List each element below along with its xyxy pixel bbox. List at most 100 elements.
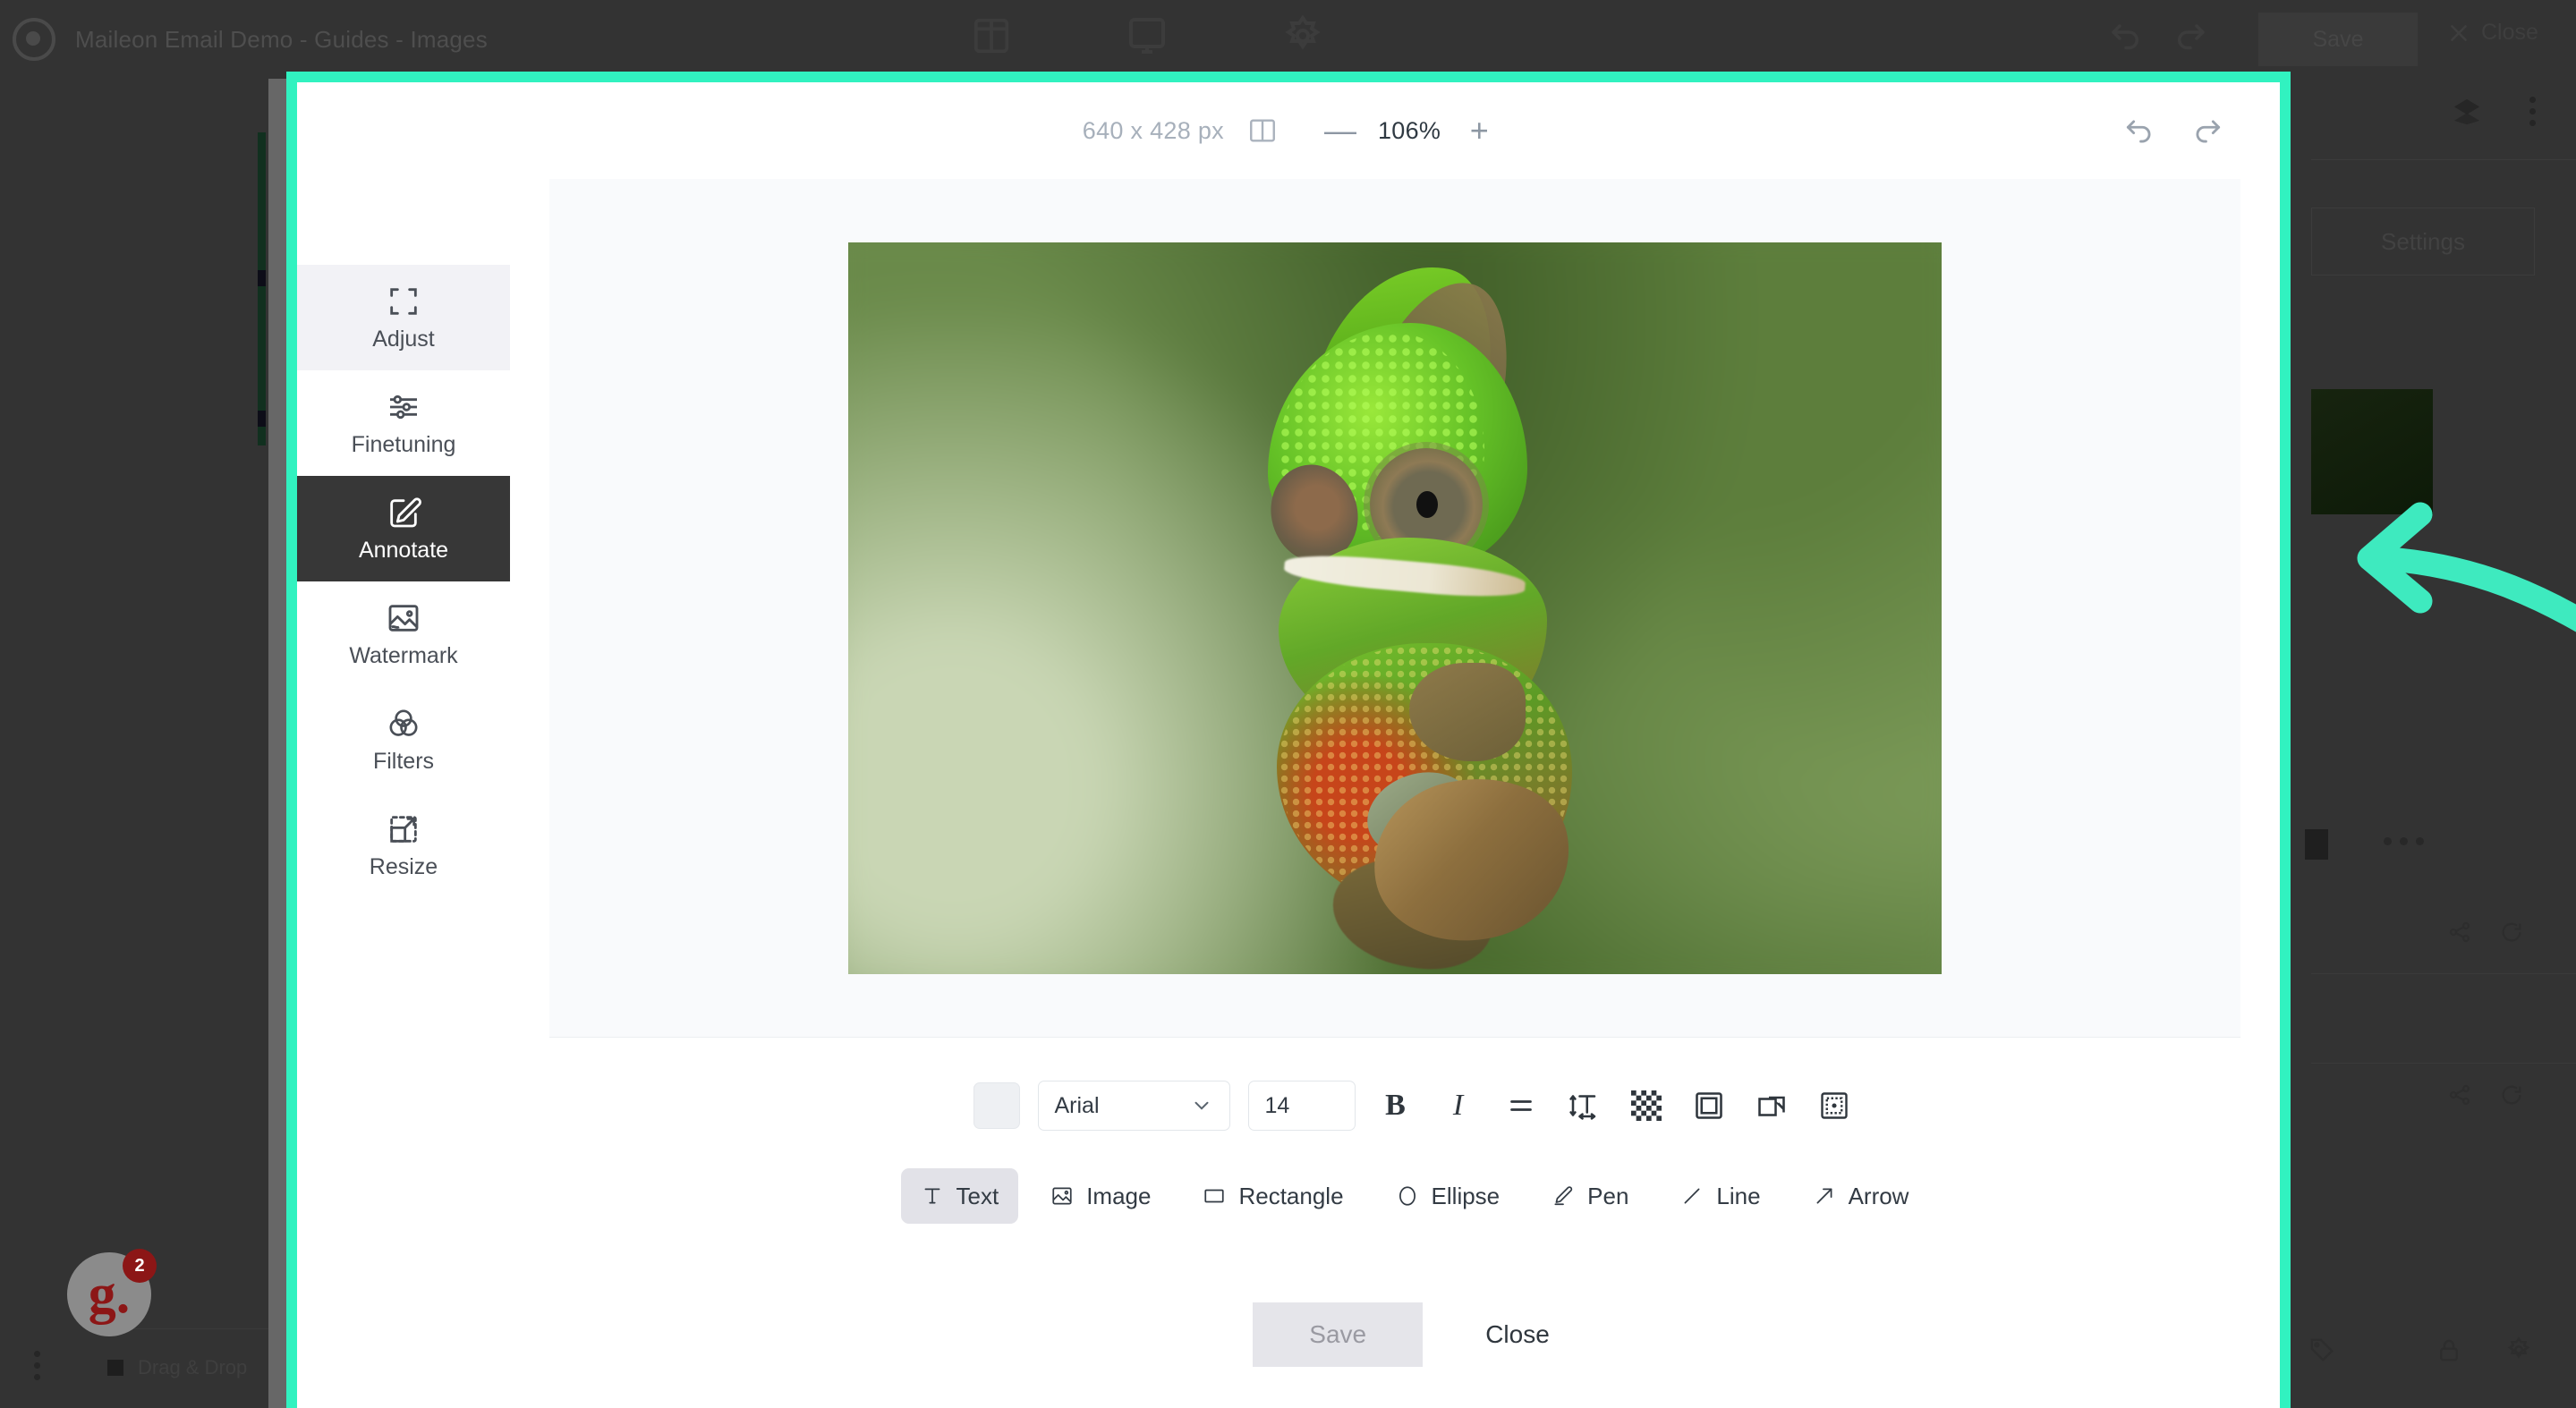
sidebar-item-label: Finetuning xyxy=(351,431,456,457)
shape-tool-ellipse[interactable]: Ellipse xyxy=(1376,1168,1520,1224)
venn-circles-icon xyxy=(389,709,418,736)
avatar-badge: 2 xyxy=(123,1249,157,1283)
stroke-square-icon[interactable] xyxy=(1687,1083,1731,1128)
sidebar-item-filters[interactable]: Filters xyxy=(297,687,510,793)
editor-footer: Save Close xyxy=(1253,1302,1577,1367)
sidebar-item-label: Filters xyxy=(372,748,435,774)
shape-tool-rectangle[interactable]: Rectangle xyxy=(1183,1168,1363,1224)
text-t-icon xyxy=(924,1188,939,1204)
line-icon xyxy=(1684,1188,1700,1204)
bold-button[interactable]: B xyxy=(1373,1083,1418,1128)
image-dimensions-label: 640 x 428 px xyxy=(1082,116,1224,144)
shape-tool-image[interactable]: Image xyxy=(1031,1168,1170,1224)
shape-tool-label: Line xyxy=(1716,1182,1761,1209)
pencil-box-icon xyxy=(390,496,421,527)
editor-header: 640 x 428 px — 106% + xyxy=(297,82,2280,179)
settings-gear-icon[interactable] xyxy=(1281,13,1324,59)
image-icon xyxy=(388,604,419,632)
sidebar-item-label: Resize xyxy=(369,853,438,879)
editor-canvas[interactable] xyxy=(549,179,2240,1038)
annotate-options: Arial 14 B I Text Image Rectangle Ellips… xyxy=(549,1038,2280,1367)
sliders-icon xyxy=(390,394,417,419)
reload-icon[interactable] xyxy=(2499,920,2524,949)
shape-tool-label: Pen xyxy=(1587,1182,1629,1209)
shape-tool-label: Rectangle xyxy=(1238,1182,1344,1209)
compare-view-icon[interactable] xyxy=(1247,115,1278,146)
crop-frame-icon xyxy=(390,287,417,315)
zoom-in-button[interactable]: + xyxy=(1464,115,1494,147)
color-swatch-icon[interactable] xyxy=(973,1082,1020,1129)
ellipse-icon xyxy=(1399,1186,1416,1206)
redo-icon[interactable] xyxy=(2172,20,2209,57)
undo-icon[interactable] xyxy=(2107,20,2145,57)
rectangle-icon xyxy=(1204,1189,1225,1203)
editor-close-button[interactable]: Close xyxy=(1458,1302,1577,1367)
sidebar-item-finetuning[interactable]: Finetuning xyxy=(297,370,510,476)
editor-redo-icon[interactable] xyxy=(2190,115,2224,153)
editor-save-label: Save xyxy=(1309,1320,1367,1348)
background-image-thumbnail[interactable] xyxy=(2311,389,2433,514)
desktop-preview-icon[interactable] xyxy=(1126,13,1169,59)
shape-tool-pen[interactable]: Pen xyxy=(1532,1168,1648,1224)
background-marker xyxy=(258,270,266,286)
text-align-icon[interactable] xyxy=(1499,1083,1543,1128)
app-save-button[interactable]: Save xyxy=(2258,13,2418,66)
lock-icon[interactable] xyxy=(2436,1336,2462,1368)
image-icon xyxy=(1052,1187,1072,1205)
drag-handle-icon xyxy=(107,1360,123,1376)
text-format-toolbar: Arial 14 B I xyxy=(973,1081,1857,1131)
opacity-checkerboard-icon[interactable] xyxy=(1624,1083,1669,1128)
sidebar-item-label: Annotate xyxy=(358,537,449,563)
shape-tool-label: Ellipse xyxy=(1431,1182,1501,1209)
close-x-icon xyxy=(2451,24,2467,41)
more-vertical-icon[interactable] xyxy=(2529,97,2536,131)
sidebar-item-watermark[interactable]: Watermark xyxy=(297,581,510,687)
background-right-panel xyxy=(2272,79,2576,1408)
app-close-button[interactable]: Close xyxy=(2447,20,2538,46)
divider xyxy=(2311,1063,2576,1064)
zoom-controls: — 106% + xyxy=(1324,115,1494,147)
link-icon[interactable] xyxy=(2447,1082,2472,1112)
image-editor-modal: 640 x 428 px — 106% + Adjust Finetuning … xyxy=(286,72,2291,1408)
reload-icon[interactable] xyxy=(2499,1082,2524,1112)
italic-button[interactable]: I xyxy=(1436,1083,1481,1128)
chameleon-photo[interactable] xyxy=(848,242,1942,974)
app-close-label: Close xyxy=(2481,20,2538,45)
chameleon-subject xyxy=(1144,242,1645,974)
font-family-select[interactable]: Arial xyxy=(1037,1081,1230,1131)
background-green-strip xyxy=(258,132,266,445)
drag-and-drop-label: Drag & Drop xyxy=(138,1356,248,1378)
shape-tool-arrow[interactable]: Arrow xyxy=(1793,1168,1929,1224)
resize-arrow-icon xyxy=(390,815,417,843)
text-spacing-icon[interactable] xyxy=(1561,1083,1606,1128)
font-size-input[interactable]: 14 xyxy=(1247,1081,1356,1131)
editor-save-button[interactable]: Save xyxy=(1253,1302,1424,1367)
link-icon[interactable] xyxy=(2447,920,2472,949)
pen-icon xyxy=(1554,1186,1573,1206)
editor-close-label: Close xyxy=(1485,1320,1550,1348)
more-vertical-icon[interactable] xyxy=(34,1351,40,1386)
editor-undo-icon[interactable] xyxy=(2122,115,2156,153)
sidebar-item-adjust[interactable]: Adjust xyxy=(297,265,510,370)
sidebar-item-label: Adjust xyxy=(372,326,435,352)
layout-grid-icon[interactable] xyxy=(971,13,1012,59)
sidebar-item-resize[interactable]: Resize xyxy=(297,793,510,898)
drag-and-drop-item[interactable]: Drag & Drop xyxy=(107,1356,247,1379)
avatar[interactable]: g. 2 xyxy=(67,1249,157,1336)
divider xyxy=(2311,159,2576,160)
position-square-icon[interactable] xyxy=(1812,1083,1857,1128)
chevron-down-icon xyxy=(1194,1101,1208,1110)
zoom-out-button[interactable]: — xyxy=(1324,115,1356,147)
sidebar-item-annotate[interactable]: Annotate xyxy=(297,476,510,581)
shadow-square-icon[interactable] xyxy=(1749,1083,1794,1128)
background-settings-button[interactable]: Settings xyxy=(2311,208,2535,276)
shape-tool-line[interactable]: Line xyxy=(1661,1168,1780,1224)
gear-icon[interactable] xyxy=(2505,1336,2532,1368)
zoom-level-value: 106% xyxy=(1377,116,1441,144)
shape-tool-text[interactable]: Text xyxy=(900,1168,1019,1224)
tag-icon[interactable] xyxy=(2308,1336,2335,1368)
background-dots xyxy=(2384,837,2424,845)
arrow-icon xyxy=(1816,1188,1832,1204)
maileon-logo-icon xyxy=(13,18,55,61)
layers-icon[interactable] xyxy=(2452,97,2482,131)
